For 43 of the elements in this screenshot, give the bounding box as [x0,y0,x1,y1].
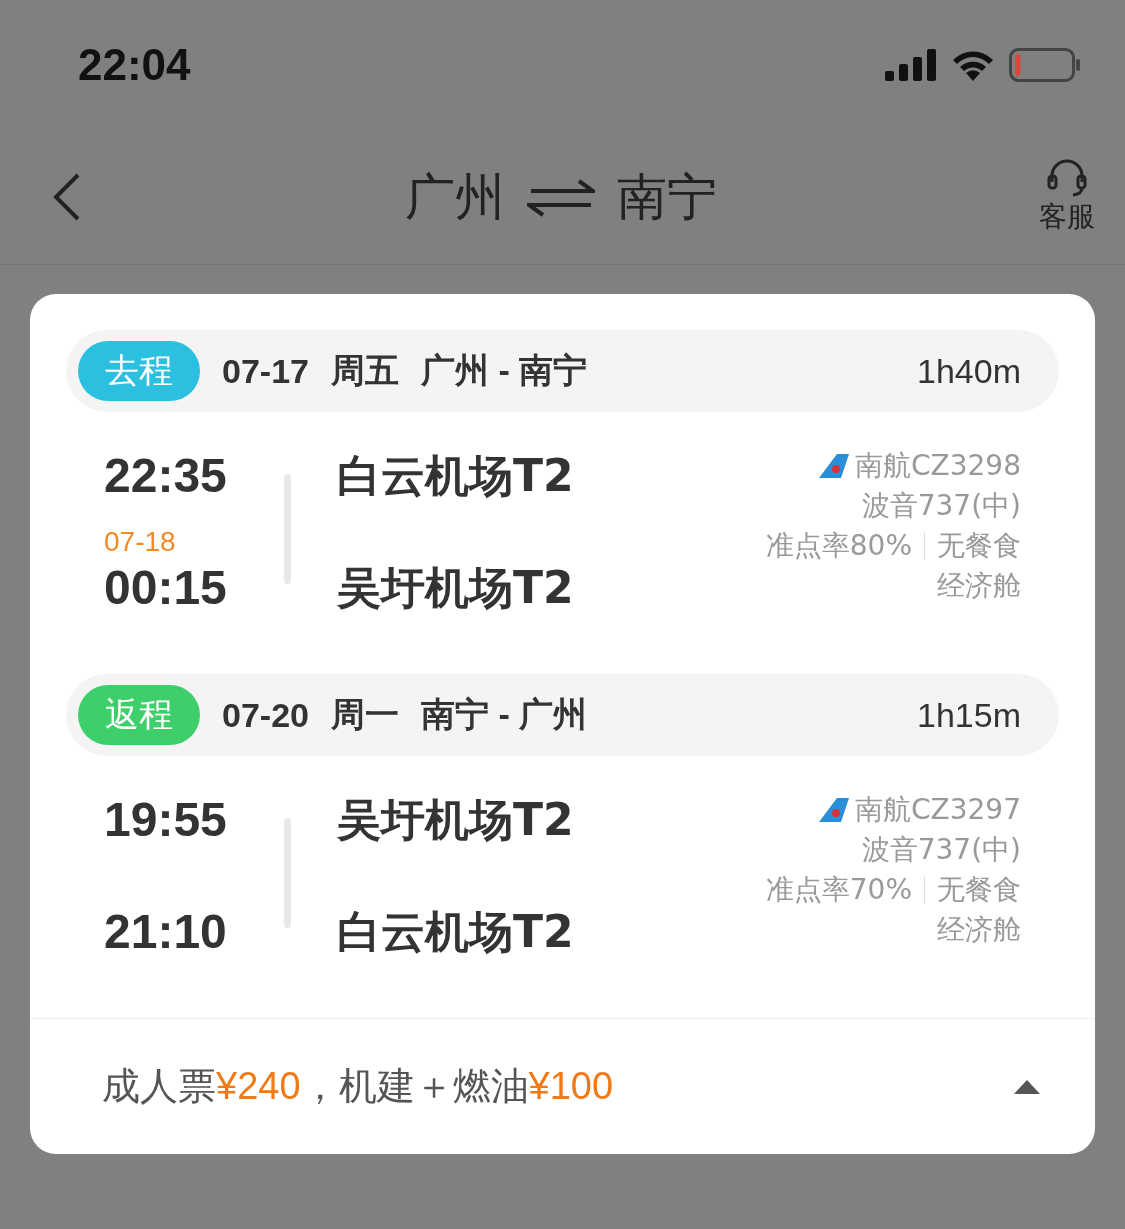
price-summary: 成人票¥240，机建＋燃油¥100 [102,1063,614,1110]
on-time-rate: 准点率70% [765,872,912,908]
departure-time: 19:55 [104,792,228,848]
leg-route: 广州 - 南宁 [420,350,588,391]
flight-number: 南航CZ3297 [855,792,1021,828]
arrival-time: 00:15 [104,560,228,616]
battery-icon [1009,48,1081,82]
destination-city: 南宁 [616,166,717,228]
leg-badge: 去程 [78,341,200,401]
meal-info: 无餐食 [937,872,1021,908]
status-time: 22:04 [78,40,191,90]
arrival-airport: 吴圩机场T2 [337,561,574,615]
arrival-date-note: 07-18 [104,526,176,558]
arrival-airport: 白云机场T2 [337,905,574,959]
cabin-class: 经济舱 [937,912,1021,948]
collapse-icon[interactable] [1013,1078,1041,1095]
leg-duration: 1h15m [917,695,1021,735]
on-time-rate: 准点率80% [765,528,912,564]
leg-duration: 1h40m [917,351,1021,391]
swap-icon[interactable] [526,177,595,217]
headset-icon [1045,158,1089,198]
departure-time: 22:35 [104,448,228,504]
leg-date: 07-20 [222,695,309,735]
airline-tail-icon [819,798,849,822]
cabin-class: 经济舱 [937,568,1021,604]
back-icon[interactable] [52,172,82,222]
departure-airport: 吴圩机场T2 [337,793,574,847]
leg-weekday: 周一 [330,694,399,735]
meal-info: 无餐食 [937,528,1021,564]
leg-badge: 返程 [78,685,200,745]
leg-date: 07-17 [222,351,309,391]
origin-city: 广州 [404,166,505,228]
signal-icon [885,49,937,81]
departure-airport: 白云机场T2 [337,449,574,503]
arrival-time: 21:10 [104,904,228,960]
flight-number: 南航CZ3298 [855,448,1021,484]
customer-service-button[interactable]: 客服 [1039,158,1095,236]
aircraft-type: 波音737(中) [861,488,1021,524]
leg-route: 南宁 - 广州 [420,694,588,735]
leg-weekday: 周五 [330,350,399,391]
airline-tail-icon [819,454,849,478]
wifi-icon [951,49,995,81]
aircraft-type: 波音737(中) [861,832,1021,868]
